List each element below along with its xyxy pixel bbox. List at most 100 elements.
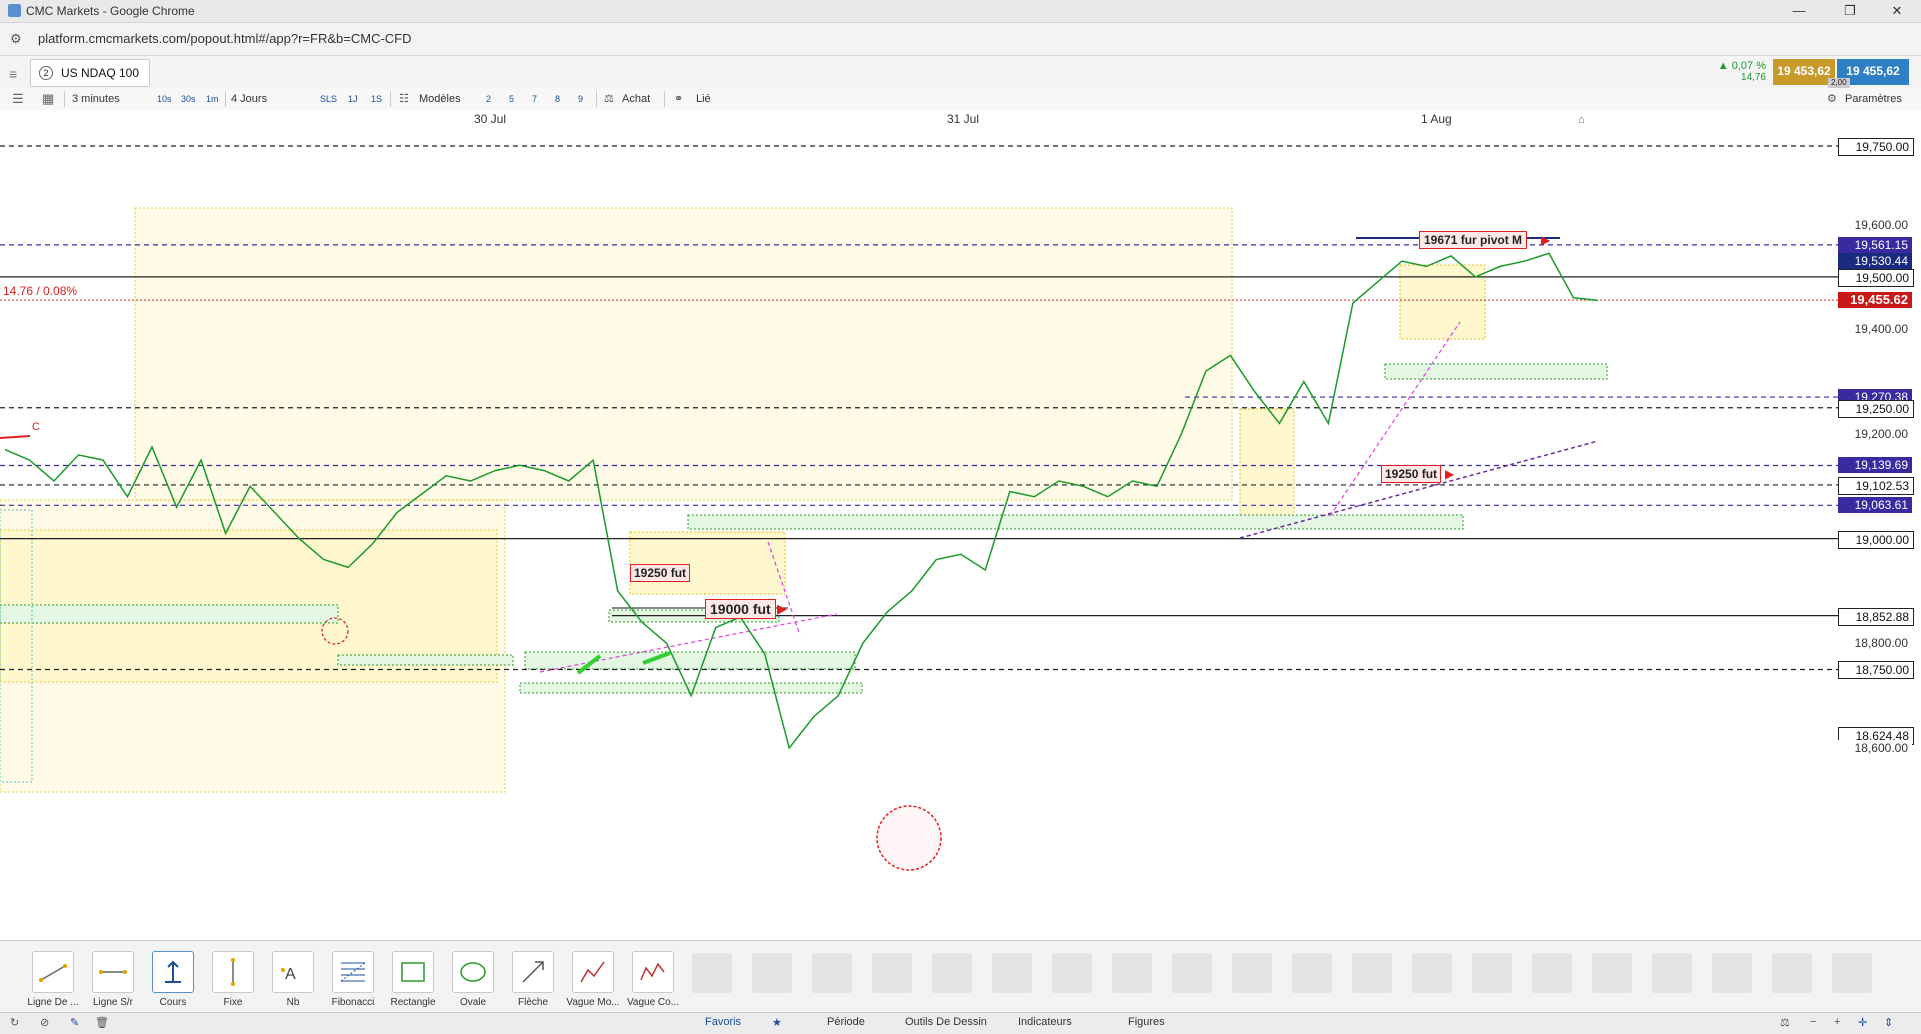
zoom-in-icon[interactable]: +: [1834, 1016, 1840, 1028]
tool-sr-line[interactable]: Ligne S/r: [83, 951, 143, 1008]
buy-button[interactable]: Achat: [622, 91, 650, 107]
site-info-icon[interactable]: ⚙: [10, 31, 26, 47]
empty-tool-slot[interactable]: [1172, 953, 1212, 993]
delete-icon[interactable]: 🗑: [95, 1016, 109, 1029]
empty-tool-slot[interactable]: [872, 953, 912, 993]
close-button[interactable]: ✕: [1877, 2, 1917, 20]
no-entry-icon[interactable]: ⊘: [40, 1016, 49, 1029]
template-9[interactable]: 9: [578, 91, 583, 107]
empty-tool-slot[interactable]: [1772, 953, 1812, 993]
window-titlebar: CMC Markets - Google Chrome — ❐ ✕: [0, 0, 1921, 23]
zoom-out-icon[interactable]: −: [1810, 1016, 1816, 1028]
price-marker-icon: [152, 951, 194, 993]
tool-label: Fixe: [223, 997, 243, 1008]
tool-trend-line[interactable]: Ligne De ...: [23, 951, 83, 1008]
template-5[interactable]: 5: [509, 91, 514, 107]
tool-price[interactable]: Cours: [143, 951, 203, 1008]
refresh-icon[interactable]: ↻: [10, 1016, 19, 1029]
empty-tool-slot[interactable]: [692, 953, 732, 993]
template-8[interactable]: 8: [555, 91, 560, 107]
link-icon[interactable]: ⚭: [674, 91, 683, 107]
fut-19000-annotation[interactable]: 19000 fut: [705, 599, 776, 619]
period-sls[interactable]: SLS: [320, 91, 337, 107]
empty-tool-slot[interactable]: [1712, 953, 1752, 993]
tab-favoris[interactable]: Favoris: [705, 1016, 741, 1028]
empty-tool-slot[interactable]: [932, 953, 972, 993]
tab-figures[interactable]: Figures: [1128, 1016, 1165, 1028]
period-1s[interactable]: 1S: [371, 91, 382, 107]
chart-canvas[interactable]: [0, 110, 1838, 940]
empty-tool-slot[interactable]: [1232, 953, 1272, 993]
star-icon[interactable]: ★: [772, 1016, 782, 1029]
address-bar[interactable]: ⚙ platform.cmcmarkets.com/popout.html#/a…: [0, 23, 1921, 56]
empty-tool-slot[interactable]: [1112, 953, 1152, 993]
settings-icon[interactable]: ⚙: [1827, 91, 1837, 107]
fibonacci-icon: [332, 951, 374, 993]
price-axis-label: 18,750.00: [1838, 661, 1914, 680]
instrument-tab[interactable]: 2 US NDAQ 100: [30, 59, 150, 87]
tool-fibonacci[interactable]: Fibonacci: [323, 951, 383, 1008]
interval-10s[interactable]: 10s: [157, 91, 172, 107]
empty-tool-slot[interactable]: [1292, 953, 1332, 993]
price-chart[interactable]: 30 Jul 31 Jul 1 Aug ⌂ 14.76 / 0.08% C 19…: [0, 110, 1839, 940]
minimize-button[interactable]: —: [1779, 2, 1819, 20]
tab-drawing-tools[interactable]: Outils De Dessin: [905, 1016, 987, 1028]
trend-line-icon: [32, 951, 74, 993]
fut-arrow-icon: ▶: [777, 601, 787, 616]
templates-button[interactable]: Modèles: [419, 91, 461, 107]
tool-corrective-wave[interactable]: Vague Co...: [623, 951, 683, 1008]
fut-19250-right-annotation[interactable]: 19250 fut: [1381, 465, 1442, 483]
empty-tool-slot[interactable]: [1652, 953, 1692, 993]
crosshair-icon[interactable]: ✛: [1858, 1016, 1867, 1029]
tab-indicators[interactable]: Indicateurs: [1018, 1016, 1072, 1028]
empty-tool-slot[interactable]: [1832, 953, 1872, 993]
settings-button[interactable]: Paramètres: [1845, 91, 1902, 107]
tool-oval[interactable]: Ovale: [443, 951, 503, 1008]
link-button[interactable]: Lié: [696, 91, 711, 107]
period-1j[interactable]: 1J: [348, 91, 358, 107]
empty-tool-slot[interactable]: [812, 953, 852, 993]
empty-tool-slot[interactable]: [1592, 953, 1632, 993]
interval-30s[interactable]: 30s: [181, 91, 196, 107]
price-axis-label: 19,750.00: [1838, 138, 1914, 156]
maximize-button[interactable]: ❐: [1830, 2, 1870, 20]
tool-label: Ovale: [459, 997, 487, 1008]
list-icon[interactable]: ☰: [12, 91, 24, 107]
tool-motive-wave[interactable]: Vague Mo...: [563, 951, 623, 1008]
pencil-icon[interactable]: ✎: [70, 1016, 79, 1029]
tool-rectangle[interactable]: Rectangle: [383, 951, 443, 1008]
empty-tool-slot[interactable]: [1472, 953, 1512, 993]
url-text[interactable]: platform.cmcmarkets.com/popout.html#/app…: [38, 31, 412, 46]
fit-icon[interactable]: ⇕: [1884, 1016, 1893, 1029]
tool-label: Ligne S/r: [92, 997, 134, 1008]
tool-fixed[interactable]: Fixe: [203, 951, 263, 1008]
empty-tool-slot[interactable]: [992, 953, 1032, 993]
empty-tool-slot[interactable]: [752, 953, 792, 993]
empty-tool-slot[interactable]: [1532, 953, 1572, 993]
interval-1m[interactable]: 1m: [206, 91, 219, 107]
buy-icon[interactable]: ⚖: [604, 91, 614, 107]
tab-periode[interactable]: Période: [827, 1016, 865, 1028]
tool-label: Vague Mo...: [566, 997, 620, 1008]
layout-grid-icon[interactable]: ▦: [42, 91, 54, 107]
empty-tool-slot[interactable]: [1352, 953, 1392, 993]
template-2[interactable]: 2: [486, 91, 491, 107]
home-icon[interactable]: ⌂: [1578, 114, 1585, 126]
sell-price-button[interactable]: 19 453,62: [1773, 59, 1835, 85]
empty-tool-slot[interactable]: [1412, 953, 1452, 993]
period-select[interactable]: 4 Jours: [231, 91, 267, 107]
drawing-toolbar: Ligne De ... Ligne S/r Cours Fixe A Nb Fi…: [0, 940, 1921, 1013]
tool-note[interactable]: A Nb: [263, 951, 323, 1008]
templates-icon[interactable]: ☷: [399, 91, 409, 107]
tool-arrow[interactable]: Flèche: [503, 951, 563, 1008]
empty-tool-slot[interactable]: [1052, 953, 1092, 993]
interval-select[interactable]: 3 minutes: [72, 91, 120, 107]
analysis-zone: [629, 531, 786, 595]
pivot-annotation[interactable]: 19671 fur pivot M: [1419, 231, 1528, 249]
scale-icon[interactable]: ⚖: [1780, 1016, 1790, 1029]
support-zone: [687, 514, 1464, 530]
menu-icon[interactable]: ≡: [9, 66, 17, 82]
tool-label: Flèche: [517, 997, 548, 1008]
fut-19250-left-annotation[interactable]: 19250 fut: [630, 564, 691, 582]
template-7[interactable]: 7: [532, 91, 537, 107]
